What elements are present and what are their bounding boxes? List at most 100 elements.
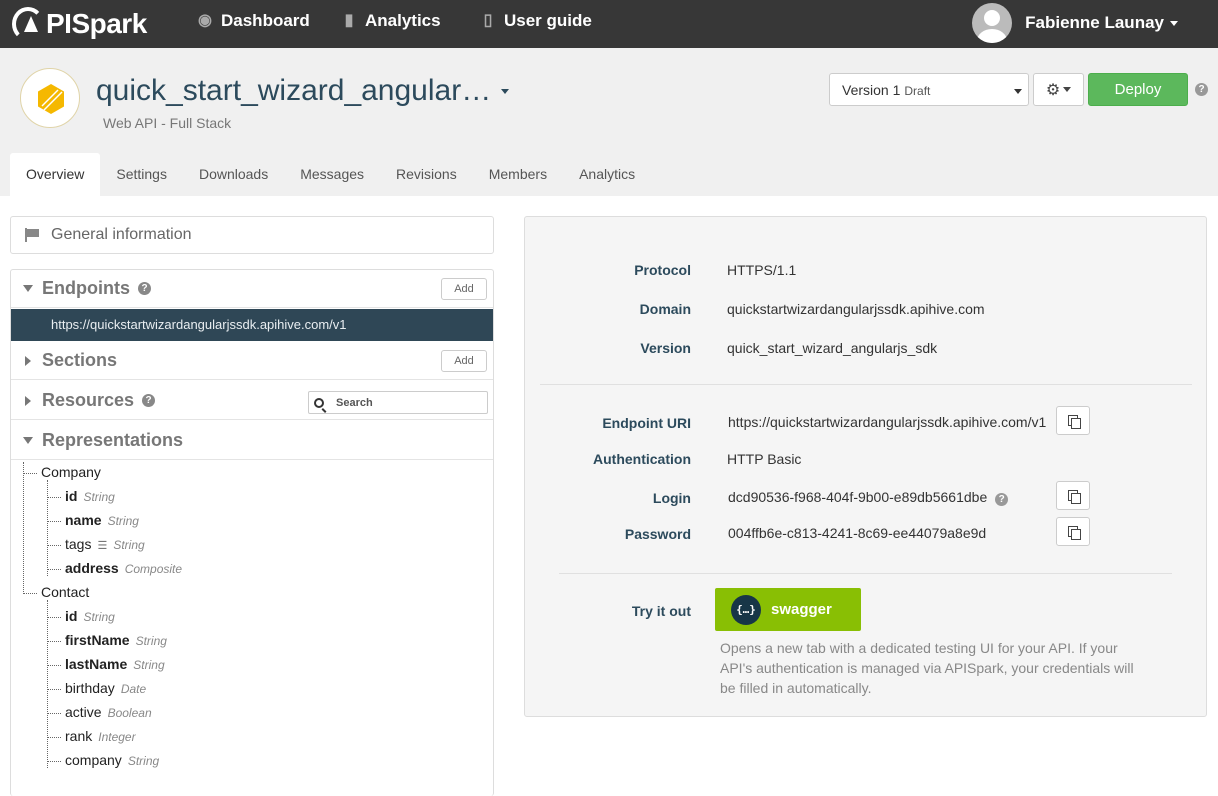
field-name: company [65,752,122,768]
copy-login-button[interactable] [1056,481,1090,510]
general-information-label: General information [51,226,192,243]
resources-search[interactable] [308,391,488,414]
swagger-label: swagger [771,601,832,618]
nav-analytics[interactable]: ▮ Analytics [339,11,441,31]
field-name: birthday [65,680,115,696]
tab-downloads[interactable]: Downloads [183,153,284,196]
tree-node-label: Company [41,464,101,480]
domain-value: quickstartwizardangularjssdk.apihive.com [727,301,985,317]
resources-header[interactable]: Resources ? [11,382,493,420]
user-name: Fabienne Launay [1025,13,1164,32]
tree-field-rank[interactable]: rank Integer [65,728,136,744]
representations-title: Representations [42,430,184,450]
password-label: Password [624,526,691,542]
representations-header[interactable]: Representations [11,422,493,460]
settings-menu-button[interactable]: ⚙ [1033,73,1084,106]
endpoint-uri-value: https://quickstartwizardangularjssdk.api… [728,414,1047,430]
nav-user-guide[interactable]: ▯ User guide [478,11,592,31]
tree-connector [47,761,61,762]
endpoint-uri-label: Endpoint URI [602,415,691,431]
tree-connector [23,593,37,594]
help-icon[interactable]: ? [142,394,156,407]
bar-chart-icon: ▮ [344,12,354,29]
api-title[interactable]: quick_start_wizard_angular… [96,74,510,108]
general-information-panel[interactable]: General information [10,216,494,254]
tree-field-company[interactable]: company String [65,752,159,768]
authentication-label: Authentication [593,451,691,467]
search-icon [314,397,324,408]
resources-search-input[interactable] [336,396,476,409]
field-type: Date [120,682,147,696]
tab-revisions[interactable]: Revisions [380,153,473,196]
field-name: tags [65,536,92,552]
api-subtitle: Web API - Full Stack [103,115,232,131]
tree-field-id[interactable]: id String [65,488,115,504]
tree-connector [23,473,37,474]
help-icon[interactable]: ? [1195,83,1208,96]
nav-analytics-label: Analytics [365,11,441,30]
api-title-text: quick_start_wizard_angular… [96,74,492,107]
tree-field-name[interactable]: name String [65,512,139,528]
version-select[interactable]: Version 1 Draft [829,73,1029,106]
tree-field-firstname[interactable]: firstName String [65,632,167,648]
apispark-logo[interactable]: PISpark [12,6,147,42]
nav-dashboard[interactable]: ◉ Dashboard [195,11,310,31]
endpoints-header[interactable]: Endpoints ? Add [11,270,493,308]
tree-field-id[interactable]: id String [65,608,115,624]
divider [540,384,1192,385]
flag-icon [25,228,41,242]
tree-field-lastname[interactable]: lastName String [65,656,165,672]
field-type: String [127,754,160,768]
field-type: Composite [124,562,183,576]
domain-label: Domain [639,301,691,317]
caret-right-icon [25,395,31,406]
add-section-button[interactable]: Add [441,350,487,372]
tree-connector [47,480,48,576]
list-icon: ☰ [97,540,108,552]
endpoint-item[interactable]: https://quickstartwizardangularjssdk.api… [11,309,493,341]
caret-down-icon [23,437,33,444]
deploy-button[interactable]: Deploy [1088,73,1188,106]
field-name: address [65,560,119,576]
user-menu[interactable]: Fabienne Launay [972,3,1178,43]
caret-down-icon [23,285,33,292]
tree-node-contact[interactable]: Contact [41,584,89,600]
chevron-down-icon [501,88,510,94]
tree-field-birthday[interactable]: birthday Date [65,680,146,696]
book-icon: ▯ [483,12,493,29]
field-name: firstName [65,632,130,648]
tab-messages[interactable]: Messages [284,153,380,196]
tab-overview[interactable]: Overview [10,153,101,196]
nav-dashboard-label: Dashboard [221,11,310,30]
swagger-logo-icon: {…} [731,594,761,625]
resources-title: Resources [42,390,135,410]
sections-header[interactable]: Sections Add [11,342,493,380]
field-name: id [65,608,78,624]
tab-members[interactable]: Members [473,153,563,196]
tree-connector [47,665,61,666]
tree-field-tags[interactable]: tags ☰ String [65,536,145,552]
swagger-button[interactable]: {…} swagger [715,588,861,631]
add-endpoint-button[interactable]: Add [441,278,487,300]
protocol-value: HTTPS/1.1 [727,262,797,278]
version-label: Version 1 [842,82,901,98]
help-icon[interactable]: ? [138,282,151,295]
chevron-down-icon [1170,20,1178,26]
field-type: String [133,658,165,672]
api-tree-panel: Endpoints ? Add https://quickstartwizard… [10,269,494,796]
tree-connector [47,600,48,768]
tab-analytics[interactable]: Analytics [563,153,651,196]
endpoints-title: Endpoints [42,278,130,298]
avatar [972,3,1013,43]
tab-settings[interactable]: Settings [100,153,183,196]
tree-field-address[interactable]: address Composite [65,560,182,576]
nav-user-guide-label: User guide [504,11,592,30]
copy-endpoint-button[interactable] [1056,406,1090,435]
tree-field-active[interactable]: active Boolean [65,704,152,720]
tree-node-company[interactable]: Company [41,464,101,480]
gear-icon: ⚙ [1045,81,1061,99]
copy-password-button[interactable] [1056,517,1090,546]
tab-bar: Overview Settings Downloads Messages Rev… [10,153,651,196]
caret-right-icon [25,355,31,366]
help-icon[interactable]: ? [995,493,1009,506]
